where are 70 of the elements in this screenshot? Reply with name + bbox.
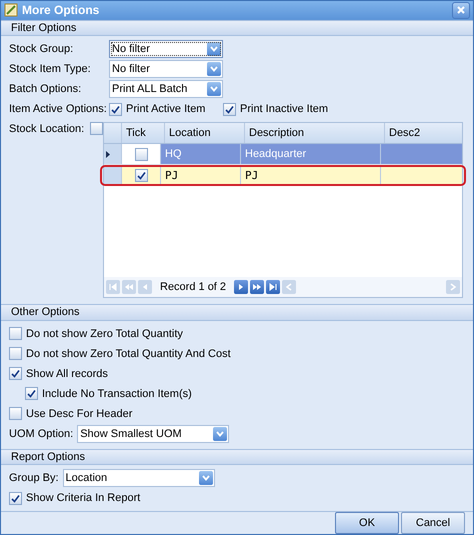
right-chevron-icon xyxy=(449,283,457,292)
chevron-down-icon xyxy=(202,475,210,481)
app-icon xyxy=(4,3,18,18)
check-icon xyxy=(225,104,234,114)
check-icon xyxy=(11,494,20,502)
checkbox[interactable] xyxy=(9,327,22,340)
checkbox-label: Print Active Item xyxy=(126,103,206,116)
field-label: Stock Group: xyxy=(9,43,74,56)
close-icon xyxy=(457,6,465,14)
record-counter: Record 1 of 2 xyxy=(159,281,228,294)
nav-button[interactable] xyxy=(234,280,248,294)
nav-button[interactable] xyxy=(250,280,264,294)
checkbox[interactable] xyxy=(134,148,148,161)
table-cell: Headquarter xyxy=(241,144,381,164)
checkbox-label: Print Inactive Item xyxy=(240,103,328,116)
field-label: Batch Options: xyxy=(9,83,82,96)
double-right-icon xyxy=(252,282,262,292)
field-label: UOM Option: xyxy=(9,428,74,440)
checkbox-label: Include No Transaction Item(s) xyxy=(42,388,192,400)
checkbox[interactable] xyxy=(9,367,22,380)
chevron-down-icon xyxy=(210,86,218,92)
checkbox[interactable] xyxy=(9,407,22,420)
checkbox[interactable] xyxy=(134,168,148,182)
check-icon xyxy=(11,369,20,378)
checkbox-label: Do not show Zero Total Quantity And Cost xyxy=(26,348,231,360)
left-chevron-icon xyxy=(285,283,294,292)
column-header[interactable]: Desc2 xyxy=(385,123,462,144)
field-label: Stock Location: xyxy=(9,122,84,135)
checkbox[interactable] xyxy=(9,347,22,360)
chevron-down-icon xyxy=(210,46,218,52)
first-record-icon xyxy=(108,282,118,292)
table-cell: PJ xyxy=(161,165,241,186)
column-header[interactable]: Tick xyxy=(122,123,165,144)
chevron-down-icon xyxy=(210,66,218,72)
column-header[interactable]: Location xyxy=(165,123,245,144)
checkbox-label: Do not show Zero Total Quantity xyxy=(26,328,183,340)
dropdown[interactable]: Location xyxy=(62,469,215,487)
last-record-icon xyxy=(268,282,278,292)
check-icon xyxy=(111,104,120,114)
dropdown[interactable]: No filter xyxy=(109,60,223,78)
field-label: Group By: xyxy=(9,472,59,484)
window-title: More Options xyxy=(22,3,100,18)
section-title: Report Options xyxy=(11,450,85,463)
checkbox[interactable] xyxy=(25,387,38,400)
column-header[interactable]: Description xyxy=(245,123,385,144)
close-button[interactable] xyxy=(452,2,470,19)
row-pointer-icon xyxy=(106,150,110,158)
table-cell: HQ xyxy=(161,144,241,164)
dialog-button[interactable]: OK xyxy=(335,512,399,534)
dropdown[interactable]: Show Smallest UOM xyxy=(77,424,230,443)
checkbox-label: Show All records xyxy=(26,368,108,380)
dialog-button[interactable]: Cancel xyxy=(401,512,465,534)
dropdown[interactable]: Print ALL Batch xyxy=(109,80,223,98)
field-label: Item Active Options: xyxy=(9,103,105,116)
dropdown[interactable]: No filter xyxy=(109,40,223,58)
section-title: Filter Options xyxy=(11,22,76,34)
double-left-icon xyxy=(124,282,134,292)
chevron-down-icon xyxy=(216,430,224,437)
field-label: Stock Item Type: xyxy=(9,63,92,76)
check-icon xyxy=(27,389,36,398)
checkbox[interactable] xyxy=(90,122,104,136)
checkbox-label: Show Criteria In Report xyxy=(26,492,140,504)
section-title: Other Options xyxy=(11,306,80,318)
checkbox[interactable] xyxy=(223,102,236,116)
table-cell: PJ xyxy=(241,165,381,186)
check-icon xyxy=(136,170,146,180)
nav-button[interactable] xyxy=(266,280,280,294)
checkbox[interactable] xyxy=(9,492,22,504)
checkbox-label: Use Desc For Header xyxy=(26,408,132,420)
checkbox[interactable] xyxy=(109,102,122,116)
